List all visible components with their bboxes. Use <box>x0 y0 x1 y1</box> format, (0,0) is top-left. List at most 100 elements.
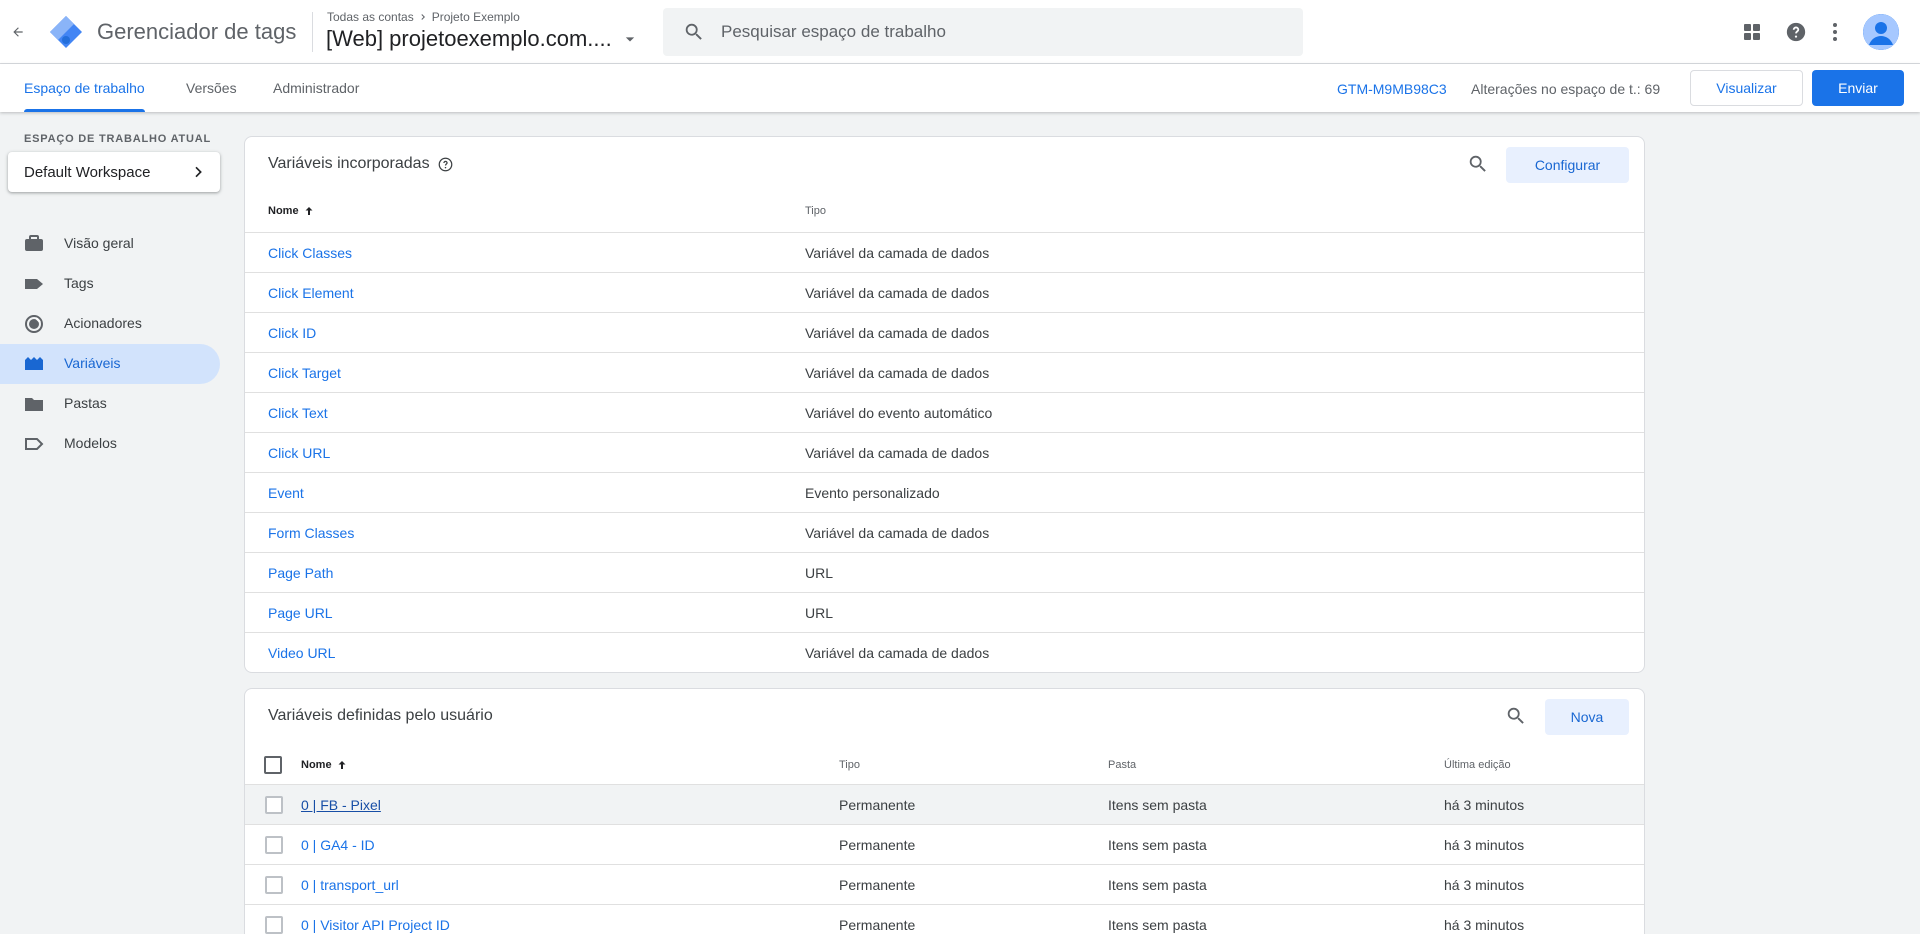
variable-type: Variável do evento automático <box>805 405 993 421</box>
sidebar-item-variables[interactable]: Variáveis <box>0 344 220 384</box>
variable-name-link[interactable]: 0 | GA4 - ID <box>301 837 375 853</box>
variable-name-link[interactable]: Event <box>268 485 304 501</box>
variable-name-link[interactable]: Click Element <box>268 285 354 301</box>
variable-name-link[interactable]: Form Classes <box>268 525 354 541</box>
variable-type: Permanente <box>839 877 916 893</box>
variable-name-link[interactable]: Page URL <box>268 605 333 621</box>
variable-type: Variável da camada de dados <box>805 285 990 301</box>
sidebar-item-label: Tags <box>64 275 94 291</box>
table-row[interactable]: Page URL URL <box>245 592 1644 632</box>
variable-name-link[interactable]: 0 | FB - Pixel <box>301 797 381 813</box>
variable-name-link[interactable]: Click Text <box>268 405 328 421</box>
column-header-name[interactable]: Nome <box>301 759 348 771</box>
back-arrow-icon[interactable] <box>6 20 30 44</box>
table-row[interactable]: Click Target Variável da camada de dados <box>245 352 1644 392</box>
row-checkbox[interactable] <box>265 796 283 814</box>
sidebar-item-tags[interactable]: Tags <box>0 264 220 304</box>
table-row[interactable]: 0 | Visitor API Project ID Permanente It… <box>245 904 1644 934</box>
table-row[interactable]: 0 | GA4 - ID Permanente Itens sem pasta … <box>245 824 1644 864</box>
row-checkbox[interactable] <box>265 876 283 894</box>
table-row[interactable]: Form Classes Variável da camada de dados <box>245 512 1644 552</box>
tag-manager-logo-icon[interactable] <box>48 14 84 50</box>
chevron-right-icon <box>195 166 202 178</box>
container-selector[interactable]: [Web] projetoexemplo.com.... <box>326 26 640 52</box>
variable-name-link[interactable]: Click URL <box>268 445 330 461</box>
row-checkbox[interactable] <box>265 836 283 854</box>
column-header-type[interactable]: Tipo <box>839 759 860 771</box>
card-title: Variáveis incorporadas <box>268 155 453 173</box>
tab-workspace[interactable]: Espaço de trabalho <box>12 64 157 112</box>
configure-button[interactable]: Configurar <box>1506 147 1629 183</box>
card-title: Variáveis definidas pelo usuário <box>268 707 493 725</box>
sidebar-item-label: Acionadores <box>64 315 142 331</box>
variable-type: Variável da camada de dados <box>805 245 990 261</box>
tab-admin[interactable]: Administrador <box>261 64 371 112</box>
workspace-search[interactable] <box>663 8 1303 56</box>
breadcrumb: Todas as contas Projeto Exemplo <box>327 10 520 24</box>
more-vert-icon[interactable] <box>1823 20 1847 44</box>
help-icon[interactable] <box>1784 20 1808 44</box>
variable-last-edited: há 3 minutos <box>1444 837 1525 853</box>
select-all-checkbox[interactable] <box>264 756 282 774</box>
dropdown-arrow-icon <box>625 37 634 42</box>
breadcrumb-account[interactable]: Todas as contas <box>327 10 414 24</box>
trigger-icon <box>24 314 44 334</box>
variable-type: Evento personalizado <box>805 485 940 501</box>
table-row[interactable]: Page Path URL <box>245 552 1644 592</box>
search-icon[interactable] <box>1467 153 1491 177</box>
search-icon <box>685 23 702 40</box>
apps-grid-icon[interactable] <box>1740 20 1764 44</box>
sidebar-item-templates[interactable]: Modelos <box>0 424 220 464</box>
table-row[interactable]: Click Element Variável da camada de dados <box>245 272 1644 312</box>
variable-name-link[interactable]: 0 | transport_url <box>301 877 399 893</box>
variable-name-link[interactable]: Click Classes <box>268 245 352 261</box>
variable-name-link[interactable]: Click Target <box>268 365 341 381</box>
arrow-up-icon <box>338 761 346 769</box>
table-row[interactable]: 0 | FB - Pixel Permanente Itens sem past… <box>245 784 1644 824</box>
variable-last-edited: há 3 minutos <box>1444 797 1525 813</box>
variable-folder: Itens sem pasta <box>1108 797 1207 813</box>
column-header-label: Nome <box>268 205 299 217</box>
row-checkbox[interactable] <box>265 916 283 934</box>
sidebar-item-overview[interactable]: Visão geral <box>0 224 220 264</box>
variable-name-link[interactable]: Page Path <box>268 565 333 581</box>
search-input[interactable] <box>721 22 1281 42</box>
template-icon <box>24 434 44 454</box>
variable-folder: Itens sem pasta <box>1108 837 1207 853</box>
table-row[interactable]: Video URL Variável da camada de dados <box>245 632 1644 672</box>
variable-name-link[interactable]: Video URL <box>268 645 335 661</box>
sidebar-item-folders[interactable]: Pastas <box>0 384 220 424</box>
variable-name-link[interactable]: Click ID <box>268 325 316 341</box>
new-variable-button[interactable]: Nova <box>1545 699 1629 735</box>
column-header-type[interactable]: Tipo <box>805 205 826 217</box>
breadcrumb-project[interactable]: Projeto Exemplo <box>432 10 520 24</box>
variable-type: Variável da camada de dados <box>805 325 990 341</box>
submit-button[interactable]: Enviar <box>1812 70 1904 106</box>
table-row[interactable]: Event Evento personalizado <box>245 472 1644 512</box>
user-defined-title: Variáveis definidas pelo usuário <box>268 707 493 724</box>
table-row[interactable]: Click ID Variável da camada de dados <box>245 312 1644 352</box>
table-row[interactable]: Click Text Variável do evento automático <box>245 392 1644 432</box>
column-header-last-edited[interactable]: Última edição <box>1444 759 1511 771</box>
help-outline-icon[interactable] <box>438 157 453 172</box>
column-header-name[interactable]: Nome <box>268 205 315 217</box>
variable-name-link[interactable]: 0 | Visitor API Project ID <box>301 917 450 933</box>
sidebar-item-triggers[interactable]: Acionadores <box>0 304 220 344</box>
variable-type: Variável da camada de dados <box>805 365 990 381</box>
table-row[interactable]: Click URL Variável da camada de dados <box>245 432 1644 472</box>
app-header: Gerenciador de tags Todas as contas Proj… <box>0 0 1920 64</box>
column-header-folder[interactable]: Pasta <box>1108 759 1136 771</box>
preview-button[interactable]: Visualizar <box>1690 70 1803 106</box>
user-avatar-icon[interactable] <box>1863 14 1899 50</box>
container-id-link[interactable]: GTM-M9MB98C3 <box>1337 81 1447 97</box>
arrow-up-icon <box>305 207 313 215</box>
tab-versions[interactable]: Versões <box>174 64 249 112</box>
table-row[interactable]: 0 | transport_url Permanente Itens sem p… <box>245 864 1644 904</box>
table-row[interactable]: Click Classes Variável da camada de dados <box>245 232 1644 272</box>
folder-icon <box>24 394 44 414</box>
workspace-selector[interactable]: Default Workspace <box>8 152 220 192</box>
search-icon[interactable] <box>1505 705 1529 729</box>
builtin-variables-card: Variáveis incorporadas Configurar Nome T… <box>244 136 1645 673</box>
workspace-name: Default Workspace <box>24 163 151 181</box>
user-defined-variables-card: Variáveis definidas pelo usuário Nova No… <box>244 688 1645 934</box>
